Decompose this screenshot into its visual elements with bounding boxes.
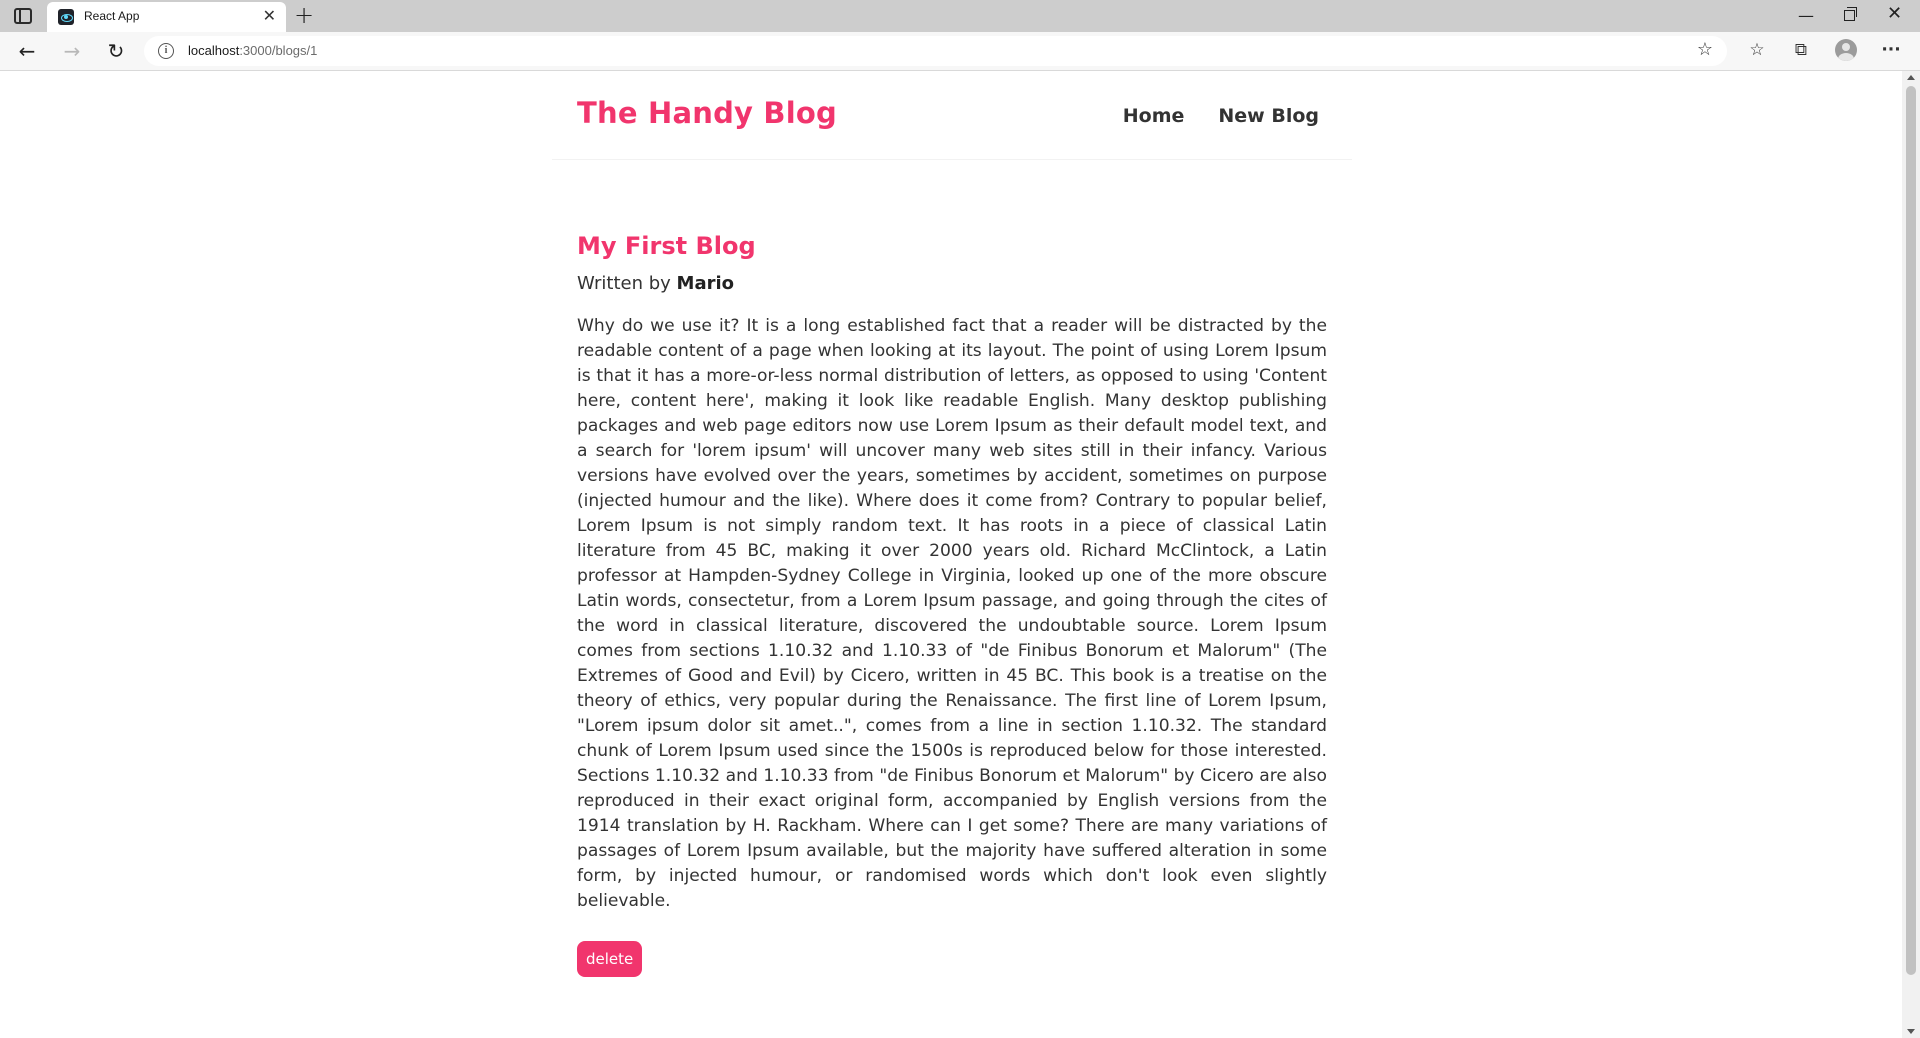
collections-icon[interactable]: ⧉ [1788, 37, 1814, 63]
tab-title: React App [84, 9, 140, 23]
address-bar[interactable]: i localhost:3000/blogs/1 ☆ [144, 36, 1727, 66]
byline-prefix: Written by [577, 273, 671, 294]
scroll-thumb[interactable] [1906, 86, 1916, 975]
add-favorite-icon[interactable]: ☆ [1697, 39, 1713, 60]
scroll-up-icon[interactable] [1907, 75, 1915, 80]
nav-link-new-blog[interactable]: New Blog [1218, 105, 1319, 127]
blog-title: My First Blog [577, 232, 756, 260]
restore-icon[interactable] [1844, 7, 1857, 21]
nav-link-home[interactable]: Home [1123, 105, 1185, 127]
author-name: Mario [676, 273, 735, 294]
browser-tab[interactable]: React App ✕ [47, 2, 286, 32]
new-tab-button[interactable]: + [294, 2, 314, 28]
nav-links: Home New Blog [1123, 105, 1319, 127]
tab-close-icon[interactable]: ✕ [263, 7, 276, 25]
window-close-icon[interactable]: ✕ [1887, 3, 1902, 24]
blog-details: My First Blog Written by Mario Why do we… [577, 232, 1327, 977]
page-scrollbar[interactable] [1902, 71, 1920, 1038]
reload-icon[interactable]: ↻ [103, 38, 129, 64]
page-viewport: The Handy Blog Home New Blog My First Bl… [0, 71, 1902, 1038]
profile-button[interactable] [1833, 37, 1859, 63]
url-host: localhost [188, 43, 240, 58]
delete-button[interactable]: delete [577, 941, 643, 977]
back-icon[interactable]: ← [14, 38, 40, 64]
site-brand: The Handy Blog [577, 96, 837, 130]
avatar [1835, 39, 1857, 61]
scroll-down-icon[interactable] [1907, 1029, 1915, 1034]
forward-icon[interactable]: → [59, 38, 85, 64]
browser-toolbar: ← → ↻ i localhost:3000/blogs/1 ☆ ☆ ⧉ ··· [0, 32, 1920, 71]
app-container: The Handy Blog Home New Blog My First Bl… [552, 71, 1352, 977]
more-menu-icon[interactable]: ··· [1878, 37, 1904, 63]
url-text[interactable]: localhost:3000/blogs/1 [188, 43, 317, 58]
info-icon[interactable]: i [158, 43, 174, 59]
react-icon [58, 9, 74, 25]
minimize-icon[interactable]: — [1798, 6, 1814, 25]
tab-strip: React App ✕ + — ✕ [0, 0, 1920, 32]
byline: Written by Mario [577, 273, 1327, 295]
favorites-icon[interactable]: ☆ [1744, 37, 1770, 63]
blog-body: Why do we use it? It is a long establish… [577, 316, 1327, 911]
url-path: :3000/blogs/1 [239, 43, 318, 58]
site-navbar: The Handy Blog Home New Blog [552, 71, 1352, 160]
tab-actions-icon[interactable] [14, 8, 32, 24]
